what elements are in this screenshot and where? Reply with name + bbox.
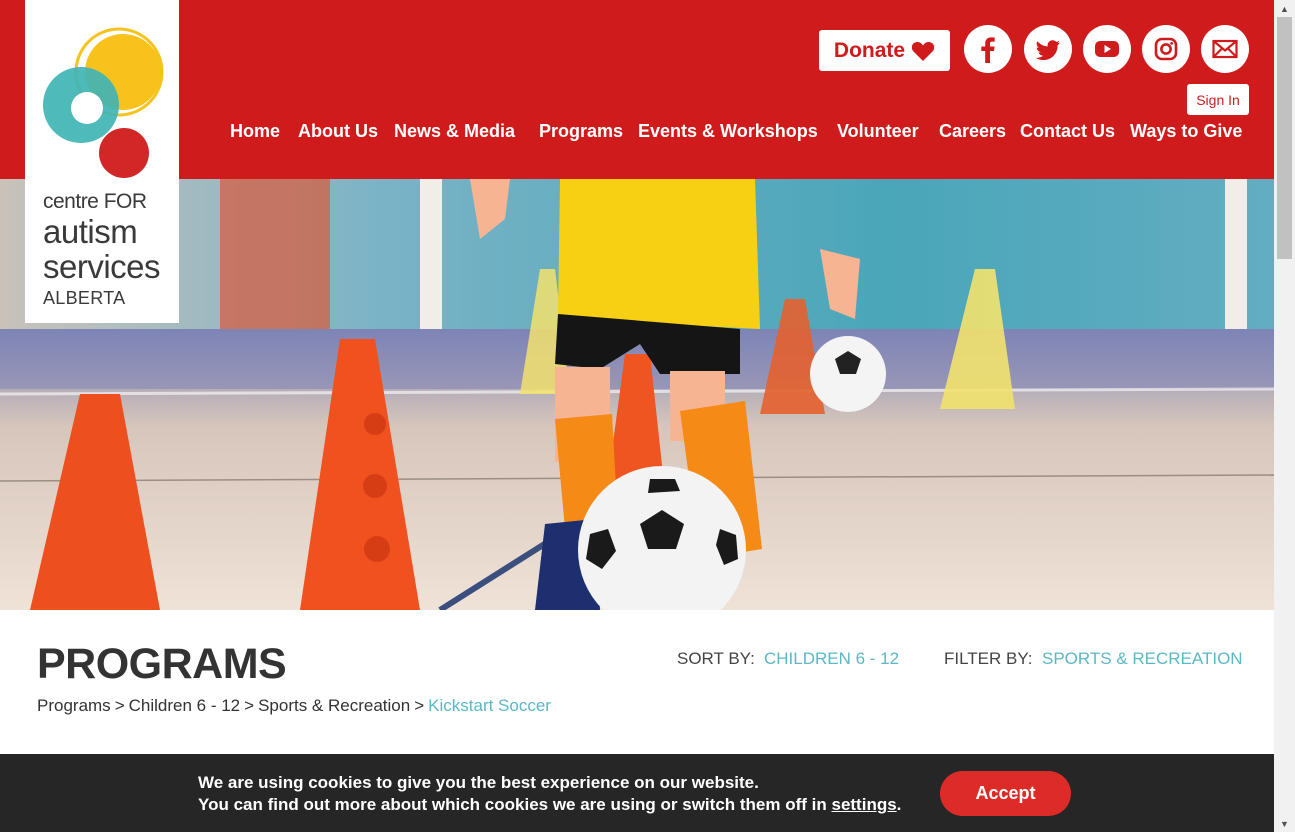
twitter-link[interactable] [1024, 25, 1072, 73]
sort-label: SORT BY: [677, 649, 755, 668]
facebook-icon [981, 37, 995, 63]
facebook-link[interactable] [964, 25, 1012, 73]
cookie-message: We are using cookies to give you the bes… [198, 772, 901, 816]
page-title: PROGRAMS [37, 640, 287, 688]
nav-item-programs[interactable]: Programs [539, 121, 623, 142]
cookie-line-1: We are using cookies to give you the bes… [198, 773, 759, 792]
nav-item-ways-to-give[interactable]: Ways to Give [1130, 121, 1242, 142]
sign-in-button[interactable]: Sign In [1187, 84, 1249, 115]
breadcrumb-separator: > [114, 696, 125, 715]
breadcrumb-separator: > [244, 696, 255, 715]
donate-label: Donate [833, 38, 906, 62]
hero-image [0, 179, 1274, 610]
logo-line-autism: autism [43, 213, 138, 250]
instagram-icon [1154, 37, 1178, 61]
nav-item-careers[interactable]: Careers [939, 121, 1006, 142]
main-nav: Home About Us News & Media Programs Even… [0, 121, 1249, 145]
page-scrollbar[interactable]: ▲ ▼ [1274, 0, 1295, 832]
breadcrumb-item-sports[interactable]: Sports & Recreation [258, 696, 410, 715]
site-logo[interactable]: centre FOR autism services ALBERTA [25, 0, 179, 323]
youtube-link[interactable] [1083, 25, 1131, 73]
nav-item-home[interactable]: Home [230, 121, 280, 142]
filter-label: FILTER BY: [944, 649, 1033, 668]
cookie-settings-link[interactable]: settings [831, 795, 896, 814]
filter-value-link[interactable]: SPORTS & RECREATION [1042, 649, 1243, 669]
logo-line-services: services [43, 248, 161, 285]
site-header: centre FOR autism services ALBERTA Donat… [0, 0, 1274, 323]
nav-item-news-media[interactable]: News & Media [394, 121, 515, 142]
donate-button[interactable]: Donate [819, 30, 950, 71]
mail-icon [1212, 39, 1238, 59]
scrollbar-thumb[interactable] [1277, 17, 1292, 259]
breadcrumb-item-programs[interactable]: Programs [37, 696, 111, 715]
heart-icon [911, 41, 935, 61]
accept-cookies-button[interactable]: Accept [940, 771, 1071, 816]
nav-item-about-us[interactable]: About Us [298, 121, 378, 142]
scroll-up-arrow-icon[interactable]: ▲ [1274, 0, 1295, 17]
breadcrumb-item-children[interactable]: Children 6 - 12 [129, 696, 241, 715]
scroll-down-arrow-icon[interactable]: ▼ [1274, 815, 1295, 832]
cookie-line-2: You can find out more about which cookie… [198, 794, 901, 816]
soccer-photo-illustration [0, 179, 1274, 610]
nav-item-contact-us[interactable]: Contact Us [1020, 121, 1115, 142]
sort-value-link[interactable]: CHILDREN 6 - 12 [764, 649, 899, 669]
email-link[interactable] [1201, 25, 1249, 73]
nav-item-events-workshops[interactable]: Events & Workshops [638, 121, 818, 142]
logo-circles-icon [43, 27, 164, 178]
youtube-icon [1095, 41, 1119, 57]
instagram-link[interactable] [1142, 25, 1190, 73]
nav-item-volunteer[interactable]: Volunteer [837, 121, 919, 142]
cookie-banner: We are using cookies to give you the bes… [0, 754, 1274, 832]
breadcrumb-separator: > [414, 696, 425, 715]
cookie-line-2-text: You can find out more about which cookie… [198, 795, 832, 814]
cookie-line-2-end: . [896, 795, 902, 814]
breadcrumb-current: Kickstart Soccer [428, 696, 551, 715]
logo-line-alberta: ALBERTA [43, 288, 126, 308]
breadcrumb: Programs > Children 6 - 12 > Sports & Recrea… [37, 696, 551, 716]
logo-line-centre-for: centre FOR [43, 190, 147, 213]
twitter-icon [1035, 40, 1060, 61]
